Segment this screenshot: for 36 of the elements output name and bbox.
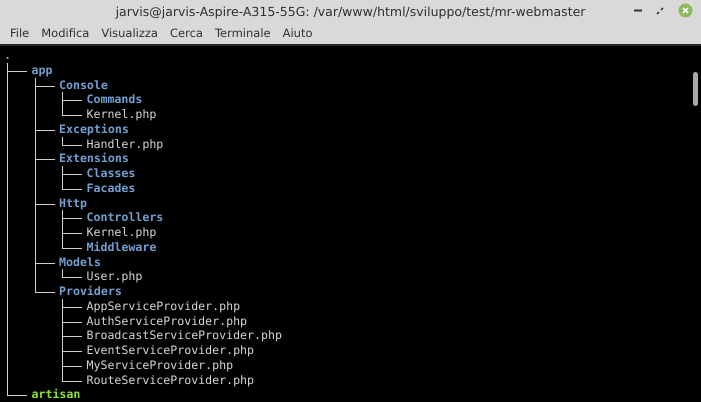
directory-name: app <box>32 62 52 78</box>
menu-item[interactable]: Modifica <box>35 26 96 40</box>
tree-line <box>34 269 36 284</box>
directory-name: Console <box>59 78 108 92</box>
directory-name: Exceptions <box>59 122 129 136</box>
window-title: jarvis@jarvis-Aspire-A315-55G: /var/www/html/sviluppo/test/mr-webmaster <box>116 4 586 19</box>
directory-name: Extensions <box>59 151 129 166</box>
directory-name: Middleware <box>86 240 156 254</box>
file-name: MyServiceProvider.php <box>86 358 234 372</box>
minimize-icon[interactable] <box>634 9 642 12</box>
file-name: RouteServiceProvider.php <box>86 372 254 388</box>
file-name: Handler.php <box>86 136 164 152</box>
tree-line <box>34 136 36 152</box>
file-name: User.php <box>86 269 142 284</box>
file-name: AuthServiceProvider.php <box>86 314 248 328</box>
directory-name: Http <box>59 196 87 210</box>
scrollbar-thumb[interactable] <box>693 72 698 106</box>
menu-item[interactable]: Aiuto <box>276 26 319 40</box>
menu-item[interactable]: Terminale <box>208 26 277 40</box>
file-name: Kernel.php <box>86 107 156 122</box>
file-name: AppServiceProvider.php <box>86 298 240 314</box>
directory-name: Commands <box>86 92 142 107</box>
directory-name: Models <box>59 254 101 270</box>
file-name: EventServiceProvider.php <box>86 343 254 358</box>
directory-name: Classes <box>86 166 136 181</box>
menu-item[interactable]: Cerca <box>164 26 209 40</box>
menu-item[interactable]: Visualizza <box>95 26 164 40</box>
directory-name: . <box>4 48 11 63</box>
directory-name: Controllers <box>86 210 164 225</box>
directory-name: Providers <box>59 284 122 299</box>
directory-name: Facades <box>86 180 136 196</box>
restore-icon[interactable] <box>656 6 664 14</box>
menu-item[interactable]: File <box>4 26 36 40</box>
file-name: Kernel.php <box>86 225 156 240</box>
executable-name: artisan <box>32 387 80 402</box>
file-name: BroadcastServiceProvider.php <box>86 328 282 343</box>
